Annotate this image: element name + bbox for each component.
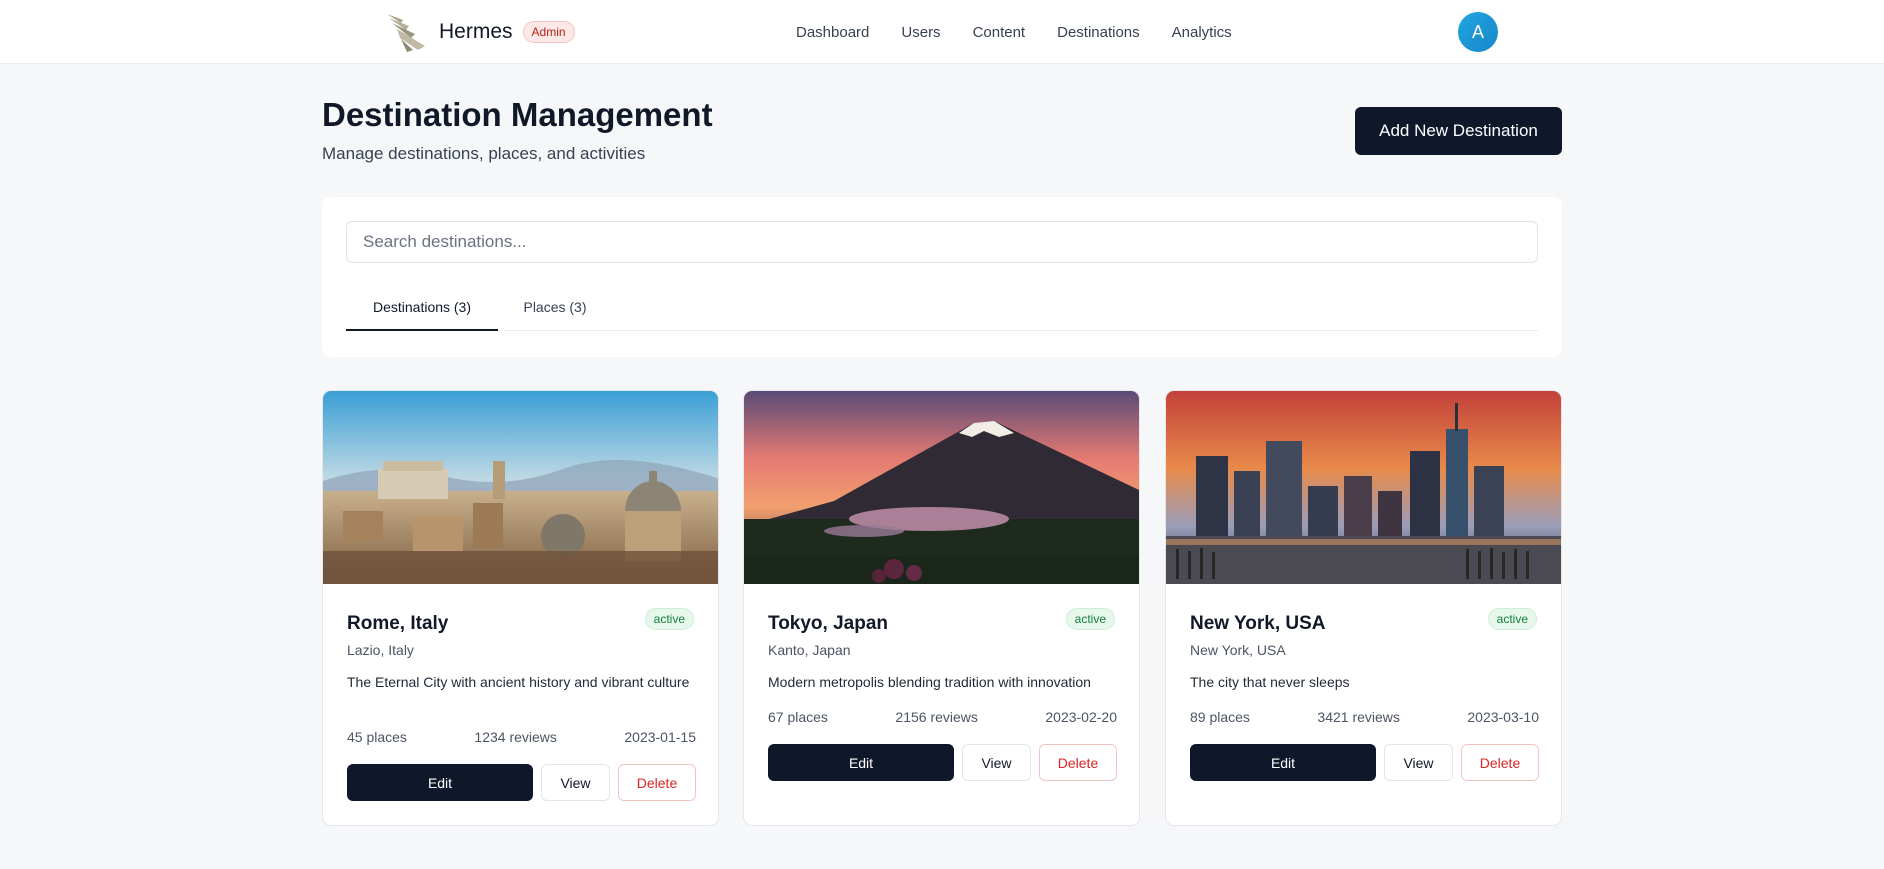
destination-card: Rome, Italy active Lazio, Italy The Eter… <box>322 390 719 826</box>
card-actions: Edit View Delete <box>768 744 1117 781</box>
edit-button[interactable]: Edit <box>768 744 954 781</box>
destination-description: The Eternal City with ancient history an… <box>347 674 690 690</box>
reviews-count: 1234 reviews <box>474 729 557 745</box>
top-navbar: Hermes Admin Dashboard Users Content Des… <box>0 0 1884 64</box>
status-badge: active <box>1065 608 1115 630</box>
search-input[interactable] <box>346 221 1538 263</box>
nav-analytics[interactable]: Analytics <box>1172 24 1232 41</box>
reviews-count: 2156 reviews <box>895 709 978 725</box>
admin-badge: Admin <box>522 21 575 43</box>
mount-fuji-image <box>744 391 1139 584</box>
nav-users[interactable]: Users <box>901 24 940 41</box>
nav-destinations[interactable]: Destinations <box>1057 24 1140 41</box>
destination-card: New York, USA active New York, USA The c… <box>1165 390 1562 826</box>
destination-name: Rome, Italy <box>347 613 449 634</box>
nav-content[interactable]: Content <box>973 24 1026 41</box>
delete-button[interactable]: Delete <box>1461 744 1539 781</box>
status-badge: active <box>1487 608 1537 630</box>
edit-button[interactable]: Edit <box>347 764 533 801</box>
brand[interactable]: Hermes Admin <box>385 12 575 52</box>
created-date: 2023-03-10 <box>1467 709 1539 725</box>
new-york-skyline-image <box>1166 391 1561 584</box>
tab-bar: Destinations (3) Places (3) <box>346 289 1538 331</box>
page-subtitle: Manage destinations, places, and activit… <box>322 144 646 163</box>
view-button[interactable]: View <box>962 744 1031 781</box>
destination-name: New York, USA <box>1190 613 1326 634</box>
destination-stats: 67 places 2156 reviews 2023-02-20 <box>768 709 1117 725</box>
delete-button[interactable]: Delete <box>618 764 696 801</box>
edit-button[interactable]: Edit <box>1190 744 1376 781</box>
destination-name: Tokyo, Japan <box>768 613 889 634</box>
destination-description: Modern metropolis blending tradition wit… <box>768 674 1091 690</box>
user-avatar[interactable]: A <box>1458 12 1498 52</box>
places-count: 45 places <box>347 729 407 745</box>
page-title: Destination Management <box>322 96 713 133</box>
destination-stats: 45 places 1234 reviews 2023-01-15 <box>347 729 696 745</box>
view-button[interactable]: View <box>1384 744 1453 781</box>
tab-places[interactable]: Places (3) <box>498 289 612 331</box>
filter-panel: Destinations (3) Places (3) <box>322 197 1562 357</box>
add-destination-button[interactable]: Add New Destination <box>1355 107 1562 155</box>
destination-region: Kanto, Japan <box>768 642 851 658</box>
hermes-wing-logo-icon <box>387 14 425 52</box>
card-actions: Edit View Delete <box>1190 744 1539 781</box>
created-date: 2023-01-15 <box>624 729 696 745</box>
view-button[interactable]: View <box>541 764 610 801</box>
created-date: 2023-02-20 <box>1045 709 1117 725</box>
tab-destinations[interactable]: Destinations (3) <box>346 289 498 331</box>
places-count: 89 places <box>1190 709 1250 725</box>
main-nav: Dashboard Users Content Destinations Ana… <box>796 0 1264 64</box>
rome-skyline-image <box>323 391 718 584</box>
destination-region: New York, USA <box>1190 642 1286 658</box>
destination-region: Lazio, Italy <box>347 642 414 658</box>
destination-stats: 89 places 3421 reviews 2023-03-10 <box>1190 709 1539 725</box>
destination-card: Tokyo, Japan active Kanto, Japan Modern … <box>743 390 1140 826</box>
app-name: Hermes <box>439 20 513 43</box>
card-actions: Edit View Delete <box>347 764 696 801</box>
places-count: 67 places <box>768 709 828 725</box>
delete-button[interactable]: Delete <box>1039 744 1117 781</box>
reviews-count: 3421 reviews <box>1317 709 1400 725</box>
destination-description: The city that never sleeps <box>1190 674 1350 690</box>
status-badge: active <box>644 608 694 630</box>
nav-dashboard[interactable]: Dashboard <box>796 24 869 41</box>
